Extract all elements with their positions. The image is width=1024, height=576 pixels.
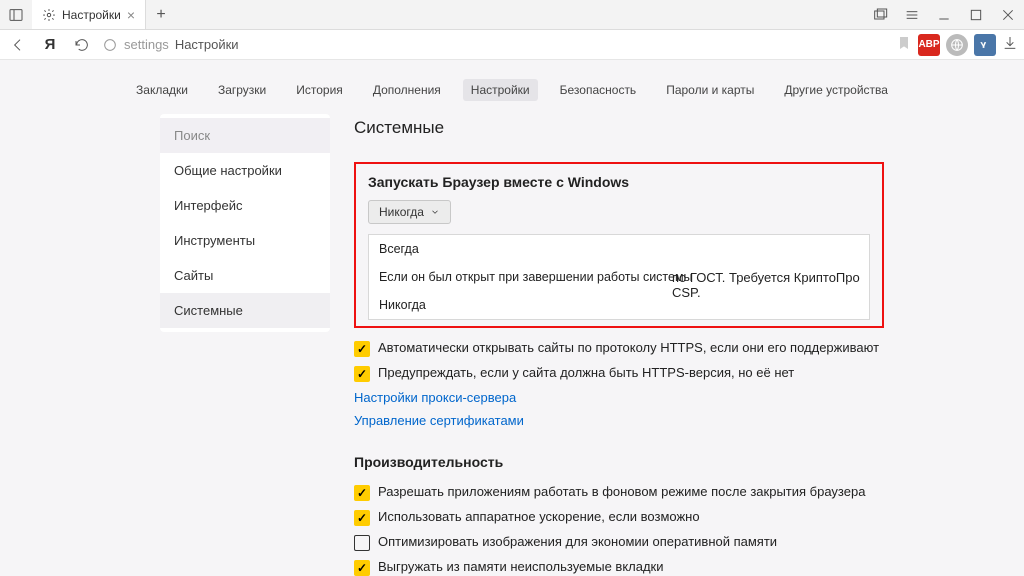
settings-content: Системные Запускать Браузер вместе с Win…: [354, 114, 884, 576]
checkbox-optimize-images[interactable]: Оптимизировать изображения для экономии …: [354, 530, 884, 555]
window-maximize-button[interactable]: [960, 0, 992, 30]
checkbox-https-auto[interactable]: Автоматически открывать сайты по протоко…: [354, 336, 884, 361]
startup-heading: Запускать Браузер вместе с Windows: [356, 174, 882, 200]
vk-extension-icon[interactable]: [974, 34, 996, 56]
nav-bookmarks[interactable]: Закладки: [128, 79, 196, 101]
checkbox-hw-accel[interactable]: Использовать аппаратное ускорение, если …: [354, 505, 884, 530]
window-minimize-button[interactable]: [928, 0, 960, 30]
address-bar[interactable]: settings Настройки: [102, 37, 239, 53]
checkbox-icon: [354, 535, 370, 551]
reload-button[interactable]: [70, 33, 94, 57]
gear-icon: [42, 8, 56, 22]
bookmark-icon[interactable]: [896, 35, 912, 54]
checkbox-unload-tabs[interactable]: Выгружать из памяти неиспользуемые вклад…: [354, 555, 884, 576]
gost-text-tail: по ГОСТ. Требуется КриптоПро CSP.: [672, 270, 884, 300]
sidebar-search[interactable]: Поиск: [160, 118, 330, 153]
link-proxy-settings[interactable]: Настройки прокси-сервера: [354, 386, 884, 409]
startup-select-value: Никогда: [379, 205, 424, 219]
section-title: Системные: [354, 118, 884, 138]
address-scheme: settings: [124, 37, 169, 52]
nav-addons[interactable]: Дополнения: [365, 79, 449, 101]
sidebar-item-tools[interactable]: Инструменты: [160, 223, 330, 258]
checkbox-https-warn[interactable]: Предупреждать, если у сайта должна быть …: [354, 361, 884, 386]
browser-tab[interactable]: Настройки ×: [32, 0, 146, 29]
tab-close-button[interactable]: ×: [127, 7, 135, 23]
yandex-home-button[interactable]: Я: [38, 33, 62, 57]
checkbox-label: Выгружать из памяти неиспользуемые вклад…: [378, 559, 664, 574]
back-button[interactable]: [6, 33, 30, 57]
sidebar-toggle-icon[interactable]: [0, 0, 32, 29]
tab-title: Настройки: [62, 8, 121, 22]
checkbox-label: Разрешать приложениям работать в фоновом…: [378, 484, 865, 499]
checkbox-label: Автоматически открывать сайты по протоко…: [378, 340, 879, 355]
browser-toolbar: Я settings Настройки ABP: [0, 30, 1024, 60]
address-path: Настройки: [175, 37, 239, 52]
checkbox-icon: [354, 510, 370, 526]
checkbox-icon: [354, 560, 370, 576]
checkbox-icon: [354, 485, 370, 501]
new-tab-button[interactable]: +: [146, 0, 176, 29]
checkbox-icon: [354, 366, 370, 382]
window-controls: [864, 0, 1024, 29]
abp-extension-icon[interactable]: ABP: [918, 34, 940, 56]
nav-passwords[interactable]: Пароли и карты: [658, 79, 762, 101]
checkbox-label: Предупреждать, если у сайта должна быть …: [378, 365, 794, 380]
checkbox-icon: [354, 341, 370, 357]
performance-heading: Производительность: [354, 454, 884, 470]
sidebar-item-system[interactable]: Системные: [160, 293, 330, 328]
tab-preview-icon[interactable]: [864, 0, 896, 30]
nav-settings[interactable]: Настройки: [463, 79, 538, 101]
sidebar-item-sites[interactable]: Сайты: [160, 258, 330, 293]
startup-select[interactable]: Никогда: [368, 200, 451, 224]
chevron-down-icon: [430, 207, 440, 217]
window-titlebar: Настройки × +: [0, 0, 1024, 30]
nav-security[interactable]: Безопасность: [552, 79, 645, 101]
window-close-button[interactable]: [992, 0, 1024, 30]
menu-icon[interactable]: [896, 0, 928, 30]
downloads-icon[interactable]: [1002, 35, 1018, 54]
startup-option-always[interactable]: Всегда: [369, 235, 869, 263]
sidebar-item-interface[interactable]: Интерфейс: [160, 188, 330, 223]
globe-extension-icon[interactable]: [946, 34, 968, 56]
lock-icon: [102, 37, 118, 53]
checkbox-label: Оптимизировать изображения для экономии …: [378, 534, 777, 549]
sidebar-item-general[interactable]: Общие настройки: [160, 153, 330, 188]
checkbox-label: Использовать аппаратное ускорение, если …: [378, 509, 700, 524]
link-cert-management[interactable]: Управление сертификатами: [354, 409, 884, 432]
settings-top-nav: Закладки Загрузки История Дополнения Нас…: [0, 74, 1024, 106]
nav-history[interactable]: История: [288, 79, 351, 101]
checkbox-bg-apps[interactable]: Разрешать приложениям работать в фоновом…: [354, 480, 884, 505]
settings-sidebar: Поиск Общие настройки Интерфейс Инструме…: [160, 114, 330, 332]
startup-highlight-box: Запускать Браузер вместе с Windows Никог…: [354, 162, 884, 328]
nav-downloads[interactable]: Загрузки: [210, 79, 274, 101]
nav-devices[interactable]: Другие устройства: [776, 79, 896, 101]
